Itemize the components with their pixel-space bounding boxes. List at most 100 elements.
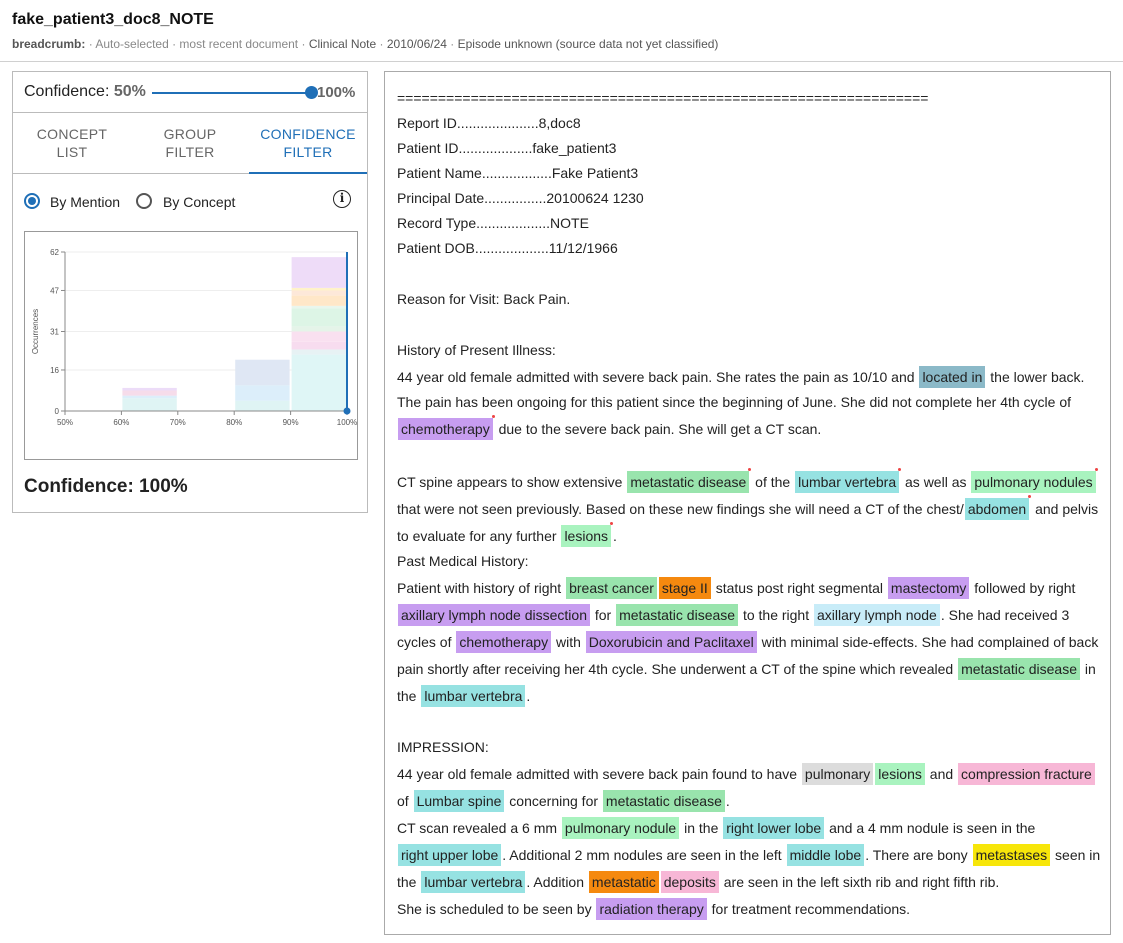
breadcrumb-auto-selected: · Auto-selected · most recent document ·: [88, 37, 306, 51]
note-line: right upper lobe. Additional 2 mm nodule…: [397, 842, 1102, 869]
breadcrumb-doc-type[interactable]: Clinical Note: [309, 37, 376, 51]
breadcrumb-separator: ·: [450, 37, 455, 51]
note-text: and a 4 mm nodule is seen in the: [825, 820, 1036, 836]
tab-confidence-filter[interactable]: CONFIDENCE FILTER: [249, 114, 367, 174]
note-blank-line: [397, 443, 1102, 469]
concept-mention[interactable]: middle lobe: [786, 844, 865, 866]
concept-mention[interactable]: deposits: [660, 871, 719, 893]
concept-mention[interactable]: lumbar vertebra: [795, 471, 900, 493]
note-line: Principal Date................20100624 1…: [397, 187, 1102, 212]
note-text: seen in: [1051, 847, 1101, 863]
concept-mention[interactable]: pulmonary: [801, 763, 874, 785]
note-line: Report ID.....................8,doc8: [397, 112, 1102, 137]
note-text: and: [925, 766, 958, 782]
note-text: followed by right: [970, 580, 1076, 596]
tab-concept-list[interactable]: CONCEPT LIST: [13, 114, 131, 174]
by-concept-label[interactable]: By Concept: [163, 194, 235, 210]
concept-mention[interactable]: radiation therapy: [596, 898, 707, 920]
concept-mention[interactable]: breast cancer: [566, 577, 657, 599]
by-mention-radio[interactable]: [24, 193, 40, 209]
concept-mention[interactable]: pulmonary nodule: [561, 817, 680, 839]
note-text: . Addition: [526, 874, 588, 890]
concept-mention[interactable]: lesions: [875, 763, 925, 785]
note-line: History of Present Illness:: [397, 339, 1102, 364]
concept-mention[interactable]: metastatic disease: [958, 658, 1081, 680]
note-text: in: [1081, 661, 1096, 677]
info-icon[interactable]: i: [333, 190, 351, 208]
clinical-note-panel: ========================================…: [384, 71, 1111, 935]
breadcrumb-label: breadcrumb:: [12, 37, 86, 51]
note-text: . Additional 2 mm nodules are seen in th…: [502, 847, 786, 863]
concept-mention[interactable]: mastectomy: [887, 577, 970, 599]
note-line: the lumbar vertebra. Addition metastatic…: [397, 869, 1102, 896]
concept-mention[interactable]: compression fracture: [958, 763, 1095, 785]
confidence-label-text: Confidence:: [24, 83, 110, 100]
concept-mention[interactable]: located in: [919, 366, 986, 388]
confidence-slider-track[interactable]: [152, 92, 311, 94]
note-text: due to the severe back pain. She will ge…: [494, 421, 822, 437]
note-text: of the: [751, 474, 795, 490]
note-text: the: [397, 688, 421, 704]
note-text: Patient Name..................Fake Patie…: [397, 165, 639, 181]
by-concept-radio[interactable]: [136, 193, 152, 209]
note-text: .: [613, 528, 617, 544]
note-blank-line: [397, 710, 1102, 736]
clinical-note-text: ========================================…: [397, 87, 1102, 923]
concept-mention[interactable]: pulmonary nodules: [971, 471, 1096, 493]
concept-mention[interactable]: metastatic disease: [616, 604, 739, 626]
note-text: with minimal side-effects. She had compl…: [757, 634, 1099, 650]
note-text: for treatment recommendations.: [707, 901, 911, 917]
note-text: Principal Date................20100624 1…: [397, 190, 644, 206]
x-tick-label: 100%: [337, 418, 357, 427]
concept-mention[interactable]: abdomen: [964, 498, 1030, 520]
y-tick-label: 31: [50, 328, 59, 337]
tab-group-filter[interactable]: GROUP FILTER: [131, 114, 249, 174]
concept-mention[interactable]: metastatic: [588, 871, 659, 893]
concept-mention[interactable]: Doxorubicin and Paclitaxel: [585, 631, 757, 653]
note-line: Patient DOB...................11/12/1966: [397, 237, 1102, 262]
histogram-bar-segment: [291, 354, 346, 411]
concept-mention[interactable]: lesions: [561, 525, 612, 547]
breadcrumb: breadcrumb: · Auto-selected · most recen…: [12, 37, 718, 51]
breadcrumb-date[interactable]: 2010/06/24: [387, 37, 447, 51]
concept-mention[interactable]: metastatic disease: [602, 790, 725, 812]
histogram-bar-segment: [235, 359, 290, 386]
note-line: chemotherapy due to the severe back pain…: [397, 415, 1102, 443]
by-mention-label[interactable]: By Mention: [50, 194, 120, 210]
concept-mention[interactable]: chemotherapy: [398, 418, 493, 440]
filter-panel: Confidence: 50% 100% CONCEPT LIST GROUP FI…: [12, 71, 368, 513]
threshold-handle: [343, 407, 351, 415]
note-text: for: [590, 607, 616, 623]
concept-mention[interactable]: metastases: [972, 844, 1051, 866]
concept-mention[interactable]: axillary lymph node dissection: [398, 604, 590, 626]
concept-mention[interactable]: lumbar vertebra: [421, 685, 526, 707]
note-line: Patient Name..................Fake Patie…: [397, 162, 1102, 187]
document-title: fake_patient3_doc8_NOTE: [12, 11, 214, 28]
note-text: concerning for: [505, 793, 602, 809]
note-text: that were not seen previously. Based on …: [397, 501, 964, 517]
note-line: She is scheduled to be seen by radiation…: [397, 896, 1102, 923]
mention-marker-dot: [1094, 468, 1098, 471]
note-text: are seen in the left sixth rib and right…: [719, 874, 1000, 890]
note-line: Patient ID...................fake_patien…: [397, 137, 1102, 162]
concept-mention[interactable]: axillary lymph node: [814, 604, 940, 626]
x-tick-label: 80%: [226, 418, 242, 427]
note-text: CT scan revealed a 6 mm: [397, 820, 561, 836]
mention-marker-dot: [748, 468, 752, 471]
concept-mention[interactable]: lumbar vertebra: [421, 871, 526, 893]
confidence-readout: Confidence: 100%: [24, 476, 188, 497]
note-line: cycles of chemotherapy with Doxorubicin …: [397, 629, 1102, 656]
concept-mention[interactable]: right lower lobe: [723, 817, 825, 839]
note-text: Report ID.....................8,doc8: [397, 115, 581, 131]
histogram-bar-segment: [291, 287, 346, 291]
note-line: axillary lymph node dissection for metas…: [397, 602, 1102, 629]
histogram-bar-segment: [235, 400, 290, 411]
note-line: that were not seen previously. Based on …: [397, 495, 1102, 523]
document-header: fake_patient3_doc8_NOTE breadcrumb: · Au…: [0, 0, 1123, 62]
note-line: Patient with history of right breast can…: [397, 575, 1102, 602]
concept-mention[interactable]: chemotherapy: [456, 631, 552, 653]
concept-mention[interactable]: right upper lobe: [398, 844, 502, 866]
concept-mention[interactable]: Lumbar spine: [413, 790, 505, 812]
concept-mention[interactable]: stage II: [658, 577, 711, 599]
concept-mention[interactable]: metastatic disease: [627, 471, 750, 493]
